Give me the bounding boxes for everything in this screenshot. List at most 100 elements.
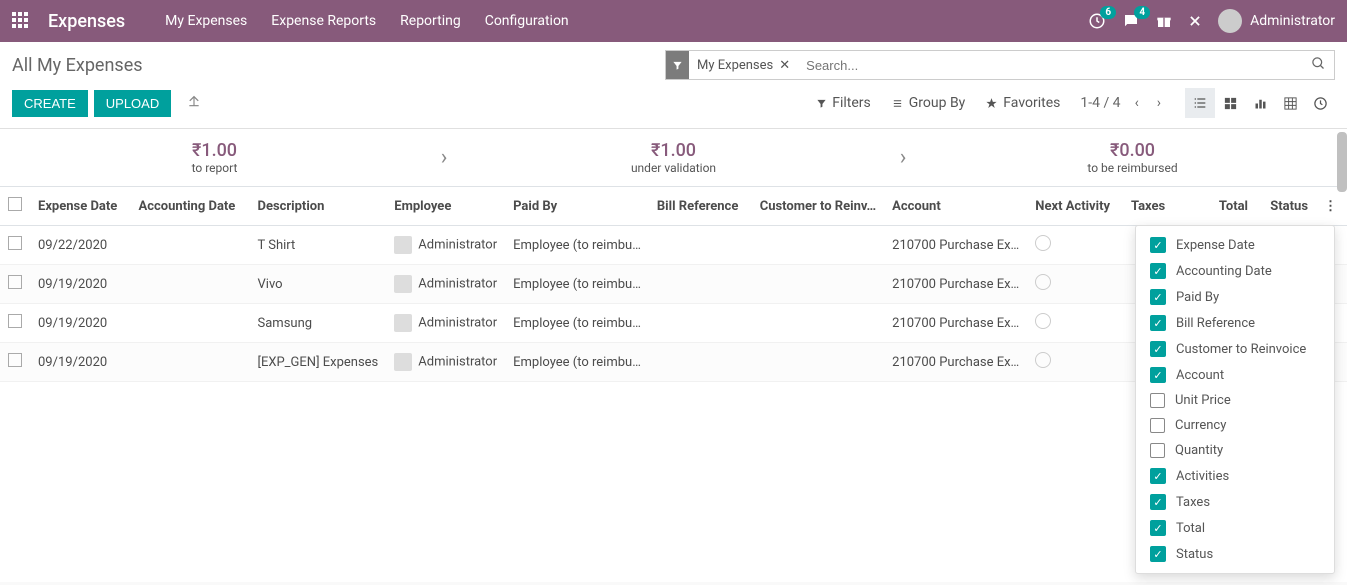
- groupby-button[interactable]: Group By: [891, 95, 966, 111]
- attach-icon[interactable]: [187, 94, 201, 112]
- avatar: [1218, 9, 1242, 33]
- cell-paid-by: Employee (to reimbu…: [505, 343, 649, 382]
- pager: 1-4 / 4 ‹ ›: [1080, 95, 1165, 111]
- systray-gift[interactable]: [1156, 13, 1172, 29]
- cell-activity[interactable]: [1027, 343, 1123, 382]
- user-menu[interactable]: Administrator: [1218, 9, 1335, 33]
- employee-avatar: [394, 353, 412, 371]
- cell-date: 09/19/2020: [30, 304, 131, 343]
- column-toggle-item[interactable]: ✓ Taxes: [1136, 489, 1334, 515]
- top-nav: Expenses My Expenses Expense Reports Rep…: [0, 0, 1347, 42]
- column-toggle-label: Status: [1176, 547, 1213, 562]
- cell-activity[interactable]: [1027, 226, 1123, 265]
- user-name: Administrator: [1250, 13, 1335, 29]
- control-panel: All My Expenses My Expenses ✕ CREATE UPL…: [0, 42, 1347, 129]
- column-toggle-item[interactable]: Quantity: [1136, 438, 1334, 463]
- search-bar[interactable]: My Expenses ✕: [665, 50, 1335, 80]
- cell-employee: Administrator: [386, 304, 505, 343]
- nav-menu: My Expenses Expense Reports Reporting Co…: [165, 13, 568, 29]
- row-checkbox[interactable]: [8, 275, 22, 289]
- select-all-checkbox[interactable]: [8, 197, 22, 211]
- filters-button[interactable]: Filters: [816, 95, 871, 111]
- col-expense-date[interactable]: Expense Date: [30, 187, 131, 226]
- col-employee[interactable]: Employee: [386, 187, 505, 226]
- systray-activities[interactable]: 6: [1088, 12, 1106, 30]
- chevron-right-icon: ›: [888, 129, 918, 186]
- checkbox-on-icon: ✓: [1150, 546, 1166, 562]
- column-toggle-item[interactable]: Currency: [1136, 413, 1334, 438]
- pager-next[interactable]: ›: [1153, 95, 1165, 111]
- search-icon[interactable]: [1303, 56, 1334, 75]
- view-list[interactable]: [1185, 88, 1215, 118]
- upload-button[interactable]: UPLOAD: [94, 90, 171, 117]
- column-options-button[interactable]: ⋮: [1316, 187, 1347, 226]
- column-toggle-label: Activities: [1176, 469, 1229, 484]
- column-toggle-item[interactable]: ✓Account: [1136, 362, 1334, 388]
- cell-paid-by: Employee (to reimbu…: [505, 226, 649, 265]
- facet-remove[interactable]: ✕: [779, 58, 790, 73]
- column-toggle-label: Accounting Date: [1176, 264, 1272, 279]
- cell-date: 09/19/2020: [30, 343, 131, 382]
- col-total[interactable]: Total: [1176, 187, 1256, 226]
- column-toggle-item[interactable]: ✓ Status: [1136, 541, 1334, 567]
- systray-messages[interactable]: 4: [1122, 12, 1140, 30]
- cell-bill: [649, 226, 752, 265]
- cell-activity[interactable]: [1027, 265, 1123, 304]
- column-visibility-dropdown[interactable]: ✓Expense Date✓Accounting Date✓Paid By✓Bi…: [1135, 225, 1335, 574]
- column-toggle-item[interactable]: Unit Price: [1136, 388, 1334, 413]
- filter-icon: [816, 98, 827, 109]
- column-toggle-item[interactable]: ✓Paid By: [1136, 284, 1334, 310]
- col-next-activity[interactable]: Next Activity: [1027, 187, 1123, 226]
- view-pivot[interactable]: [1275, 88, 1305, 118]
- column-toggle-item[interactable]: ✓Total: [1136, 515, 1334, 541]
- nav-configuration[interactable]: Configuration: [485, 13, 569, 29]
- stat-under-validation[interactable]: ₹1.00 under validation: [459, 129, 888, 186]
- systray-close[interactable]: [1188, 14, 1202, 28]
- column-toggle-item[interactable]: ✓Bill Reference: [1136, 310, 1334, 336]
- checkbox-on-icon: ✓: [1150, 468, 1166, 484]
- cell-activity[interactable]: [1027, 304, 1123, 343]
- employee-avatar: [394, 275, 412, 293]
- nav-expense-reports[interactable]: Expense Reports: [271, 13, 376, 29]
- row-checkbox[interactable]: [8, 314, 22, 328]
- nav-my-expenses[interactable]: My Expenses: [165, 13, 247, 29]
- view-kanban[interactable]: [1215, 88, 1245, 118]
- search-input[interactable]: [798, 58, 1303, 73]
- cell-acc-date: [131, 226, 250, 265]
- col-customer[interactable]: Customer to Reinv…: [752, 187, 884, 226]
- row-checkbox[interactable]: [8, 236, 22, 250]
- cell-account: 210700 Purchase Ex…: [884, 226, 1027, 265]
- pager-value[interactable]: 1-4 / 4: [1080, 95, 1120, 111]
- column-toggle-item[interactable]: ✓ Activities: [1136, 463, 1334, 489]
- stat-to-be-reimbursed[interactable]: ₹0.00 to be reimbursed: [918, 129, 1347, 186]
- apps-icon[interactable]: [12, 12, 30, 30]
- column-toggle-label: Taxes: [1176, 495, 1210, 510]
- view-graph[interactable]: [1245, 88, 1275, 118]
- scrollbar[interactable]: [1337, 132, 1347, 192]
- app-brand[interactable]: Expenses: [48, 11, 125, 32]
- view-activity[interactable]: [1305, 88, 1335, 118]
- col-paid-by[interactable]: Paid By: [505, 187, 649, 226]
- view-switcher: [1185, 88, 1335, 118]
- column-toggle-label: Customer to Reinvoice: [1176, 342, 1306, 357]
- col-account[interactable]: Account: [884, 187, 1027, 226]
- cell-paid-by: Employee (to reimbu…: [505, 265, 649, 304]
- nav-reporting[interactable]: Reporting: [400, 13, 461, 29]
- column-toggle-item[interactable]: ✓Accounting Date: [1136, 258, 1334, 284]
- cell-customer: [752, 343, 884, 382]
- column-toggle-label: Unit Price: [1175, 393, 1231, 408]
- col-status[interactable]: Status: [1256, 187, 1316, 226]
- col-accounting-date[interactable]: Accounting Date: [131, 187, 250, 226]
- col-description[interactable]: Description: [250, 187, 387, 226]
- stat-to-report[interactable]: ₹1.00 to report: [0, 129, 429, 186]
- column-toggle-item[interactable]: ✓Customer to Reinvoice: [1136, 336, 1334, 362]
- row-checkbox[interactable]: [8, 353, 22, 367]
- favorites-button[interactable]: Favorites: [985, 95, 1060, 111]
- col-bill-reference[interactable]: Bill Reference: [649, 187, 752, 226]
- create-button[interactable]: CREATE: [12, 90, 88, 117]
- col-taxes[interactable]: Taxes: [1123, 187, 1176, 226]
- cell-acc-date: [131, 265, 250, 304]
- checkbox-on-icon: ✓: [1150, 494, 1166, 510]
- pager-prev[interactable]: ‹: [1131, 95, 1143, 111]
- column-toggle-item[interactable]: ✓Expense Date: [1136, 232, 1334, 258]
